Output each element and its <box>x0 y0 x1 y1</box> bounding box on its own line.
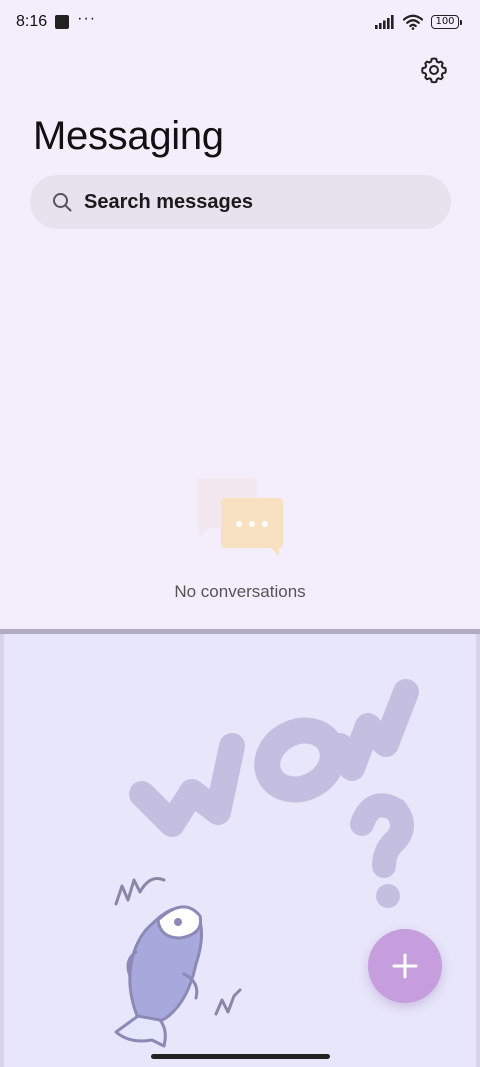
battery-tip <box>460 19 462 25</box>
question-dot <box>376 884 400 908</box>
doodle-o-letter <box>254 717 346 803</box>
status-left: 8:16 ··· <box>16 10 97 31</box>
empty-state: No conversations <box>0 478 480 602</box>
chat-bubbles-icon <box>197 478 283 556</box>
search-input[interactable]: Search messages <box>84 191 253 214</box>
home-indicator[interactable] <box>151 1054 330 1059</box>
status-time: 8:16 <box>16 13 48 30</box>
squiggle-bottom <box>214 988 242 1016</box>
more-notifications-icon: ··· <box>77 10 97 27</box>
fish-illustration <box>114 905 203 1048</box>
status-right: 100 <box>375 14 462 30</box>
battery-icon: 100 <box>431 15 462 29</box>
empty-caption: No conversations <box>174 582 306 601</box>
settings-button[interactable] <box>416 52 452 88</box>
gear-icon <box>421 57 447 84</box>
plus-icon <box>392 953 418 979</box>
new-conversation-button[interactable] <box>368 929 442 1003</box>
question-mark-icon <box>350 793 414 878</box>
squiggle-top <box>114 877 166 906</box>
battery-level: 100 <box>431 15 459 29</box>
wifi-icon <box>403 14 423 30</box>
status-bar: 8:16 ··· 100 <box>0 0 480 44</box>
page-title: Messaging <box>33 114 224 158</box>
search-bar[interactable]: Search messages <box>30 175 451 229</box>
notification-square-icon <box>55 15 70 29</box>
signal-icon <box>375 15 394 29</box>
doodle-w-letter <box>129 733 245 837</box>
search-icon <box>53 193 72 212</box>
doodle-w2-letter <box>327 679 419 781</box>
